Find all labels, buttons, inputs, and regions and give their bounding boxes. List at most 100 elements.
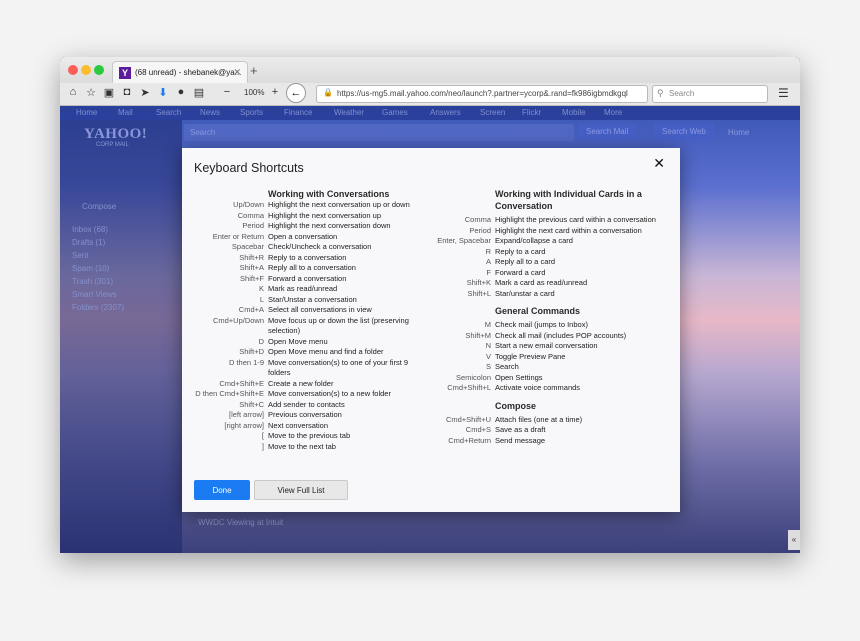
nav-item[interactable]: Home — [76, 108, 97, 117]
folder-item[interactable]: Spam (10) — [72, 264, 109, 273]
section-heading: Working with Individual Cards in a Conve… — [495, 189, 642, 211]
shortcut-key: Cmd+Shift+L — [447, 383, 491, 392]
shortcut-key: Cmd+Shift+U — [445, 414, 491, 424]
folder-item[interactable]: Trash (301) — [72, 277, 113, 286]
chat-icon[interactable]: ● — [174, 86, 188, 98]
home-icon[interactable]: ⌂ — [66, 86, 80, 98]
browser-tab[interactable]: Y (68 unread) - shebanek@ya... ✕ — [112, 61, 248, 84]
shortcut-key: Shift+M — [465, 330, 491, 340]
hamburger-menu-icon[interactable]: ☰ — [778, 86, 789, 100]
shortcut-key: Cmd+S — [465, 425, 491, 434]
shortcut-description: Mark a card as read/unread — [495, 278, 588, 287]
shortcut-key: [left arrow] — [228, 410, 264, 419]
shortcut-row: D then Cmd+Shift+E Move conversation(s) t… — [182, 389, 430, 400]
compose-button[interactable]: Compose — [82, 202, 116, 211]
shortcut-description: Expand/collapse a card — [495, 236, 573, 245]
nav-item[interactable]: News — [200, 108, 220, 117]
keyboard-shortcuts-dialog: Keyboard Shortcuts ✕ Working with Conver… — [182, 148, 680, 512]
shortcut-row: Shift+K Mark a card as read/unread — [406, 278, 668, 289]
zoom-level[interactable]: 100% — [244, 88, 264, 97]
nav-item[interactable]: Search — [156, 108, 181, 117]
view-full-list-button[interactable]: View Full List — [254, 480, 348, 500]
shortcut-row: Semicolon Open Settings — [406, 373, 668, 384]
nav-item[interactable]: Mail — [118, 108, 133, 117]
shortcut-row: [left arrow] Previous conversation — [182, 410, 430, 421]
shortcut-row: Cmd+S Save as a draft — [406, 425, 668, 436]
download-icon[interactable]: ⬇ — [156, 86, 170, 99]
shortcut-key: Shift+K — [466, 278, 491, 287]
nav-item[interactable]: Games — [382, 108, 408, 117]
minimize-window-button[interactable] — [81, 65, 91, 75]
shortcut-row: Shift+F Forward a conversation — [182, 274, 430, 285]
shortcut-description: Start a new email conversation — [495, 341, 598, 350]
document-icon[interactable]: ▤ — [192, 86, 206, 99]
new-tab-icon[interactable]: + — [250, 63, 258, 78]
folder-item[interactable]: Sent — [72, 251, 88, 260]
shortcut-description: Search — [495, 362, 519, 371]
nav-item[interactable]: Mobile — [562, 108, 586, 117]
shortcut-key: Cmd+Up/Down — [212, 315, 264, 325]
shortcut-row: Shift+R Reply to a conversation — [182, 253, 430, 264]
mail-search-input[interactable]: Search — [184, 124, 574, 141]
shortcut-key: Shift+R — [239, 252, 264, 262]
close-icon[interactable]: ✕ — [653, 155, 665, 172]
clipboard-icon[interactable]: ▣ — [102, 86, 116, 99]
browser-search-input[interactable]: ⚲ Search — [652, 85, 768, 103]
folder-item[interactable]: Smart Views — [72, 290, 117, 299]
nav-item[interactable]: Finance — [284, 108, 312, 117]
send-icon[interactable]: ➤ — [138, 86, 152, 99]
nav-item[interactable]: Screen — [480, 108, 505, 117]
close-tab-icon[interactable]: ✕ — [233, 67, 241, 78]
search-mail-button[interactable]: Search Mail — [578, 124, 637, 141]
section-heading: Working with Conversations — [268, 189, 390, 199]
folder-item[interactable]: Folders (2307) — [72, 303, 124, 312]
shortcut-key: Shift+D — [239, 347, 264, 356]
nav-item[interactable]: Weather — [334, 108, 364, 117]
search-web-button[interactable]: Search Web — [654, 124, 714, 141]
back-icon[interactable]: ← — [286, 83, 306, 103]
yahoo-nav-bar: Home Mail Search News Sports Finance Wea… — [60, 106, 800, 120]
shortcut-key: Period — [469, 225, 491, 235]
shortcut-description: Reply all to a card — [495, 257, 556, 266]
done-button[interactable]: Done — [194, 480, 250, 500]
zoom-window-button[interactable] — [94, 65, 104, 75]
shortcut-key: Up/Down — [233, 200, 264, 209]
nav-item[interactable]: Answers — [430, 108, 461, 117]
home-link[interactable]: Home — [728, 128, 749, 137]
shortcut-key: [ — [261, 431, 264, 440]
message-subject[interactable]: WWDC Viewing at Intuit — [198, 518, 283, 527]
shortcut-description: Attach files (one at a time) — [495, 414, 583, 424]
bookmark-star-icon[interactable]: ☆ — [84, 86, 98, 99]
shortcut-key: [right arrow] — [224, 420, 264, 430]
shortcut-description: Star/unstar a card — [495, 288, 555, 298]
shortcut-row: Cmd+Shift+L Activate voice commands — [406, 383, 668, 394]
shortcut-row: Cmd+Up/Down Move focus up or down the lis… — [182, 316, 430, 337]
shortcut-row: Cmd+Shift+E Create a new folder — [182, 379, 430, 390]
shortcut-row: Spacebar Check/Uncheck a conversation — [182, 242, 430, 253]
shortcut-row: Up/Down Highlight the next conversation u… — [182, 200, 430, 211]
shortcut-row: Comma Highlight the previous card within … — [406, 215, 668, 226]
shortcut-key: S — [485, 362, 491, 371]
folder-item[interactable]: Drafts (1) — [72, 238, 105, 247]
shortcut-row: Period Highlight the next conversation do… — [182, 221, 430, 232]
nav-item[interactable]: More — [604, 108, 622, 117]
zoom-in-icon[interactable]: + — [268, 86, 282, 98]
cards-commands-column: Working with Individual Cards in a Conve… — [406, 188, 668, 446]
shortcut-row: [Move to the previous tab — [182, 431, 430, 442]
address-bar[interactable]: 🔒 https://us-mg5.mail.yahoo.com/neo/laun… — [316, 85, 648, 103]
collapse-pane-icon[interactable]: « — [788, 530, 800, 550]
zoom-out-icon[interactable]: − — [220, 86, 234, 98]
shortcut-key: K — [258, 284, 264, 293]
shortcut-row: R Reply to a card — [406, 247, 668, 258]
shortcut-row: K Mark as read/unread — [182, 284, 430, 295]
pocket-icon[interactable]: ◘ — [120, 86, 134, 98]
search-icon: ⚲ — [657, 88, 664, 98]
close-window-button[interactable] — [68, 65, 78, 75]
shortcut-row: S Search — [406, 362, 668, 373]
nav-item[interactable]: Flickr — [522, 108, 541, 117]
nav-item[interactable]: Sports — [240, 108, 263, 117]
folder-item[interactable]: Inbox (68) — [72, 225, 108, 234]
shortcut-key: Shift+A — [239, 263, 264, 272]
shortcut-row: A Reply all to a card — [406, 257, 668, 268]
shortcut-key: Cmd+Shift+E — [219, 378, 264, 388]
